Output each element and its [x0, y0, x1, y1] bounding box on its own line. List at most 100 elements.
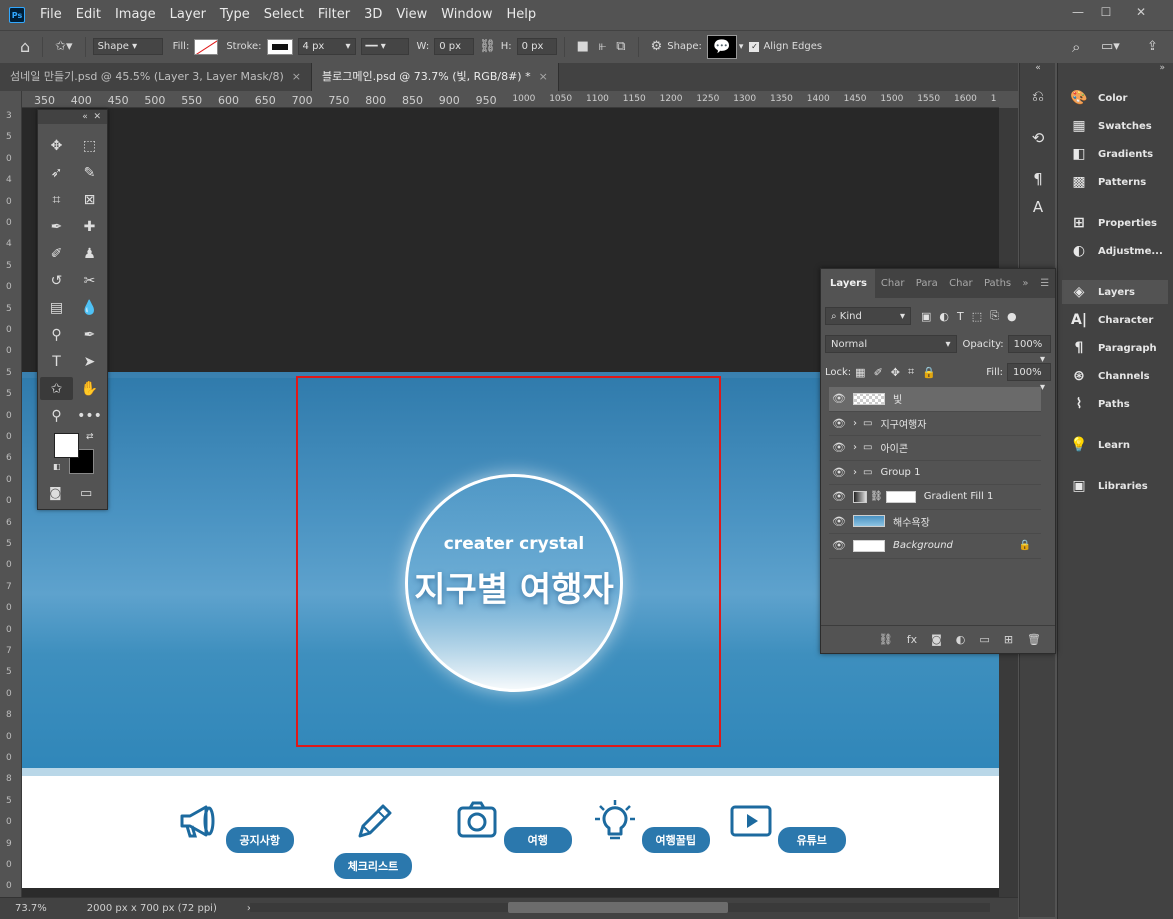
share-icon[interactable]: ⇪ — [1147, 39, 1158, 54]
healing-brush-tool-icon[interactable]: ✚ — [73, 215, 106, 238]
fill-swatch[interactable] — [194, 38, 219, 55]
dock-patterns[interactable]: ▩ Patterns — [1062, 170, 1168, 194]
pen-tool-icon[interactable]: ✒ — [73, 323, 106, 346]
maximize-icon[interactable]: ☐ — [1096, 6, 1116, 20]
lock-transparent-icon[interactable]: ▦ — [855, 366, 865, 379]
add-mask-icon[interactable]: ◙ — [931, 633, 942, 646]
tab-layers[interactable]: Layers — [821, 269, 875, 298]
history-icon[interactable]: ⎌ — [1028, 87, 1048, 107]
blur-tool-icon[interactable]: 💧 — [73, 296, 106, 319]
eye-icon[interactable]: 👁 — [832, 466, 846, 479]
eye-icon[interactable]: 👁 — [832, 441, 846, 454]
stroke-width-field[interactable]: 4 px ▾ — [297, 38, 356, 55]
menu-edit[interactable]: Edit — [69, 0, 108, 30]
layer-row-icons[interactable]: 👁 › ▭ 아이콘 — [829, 436, 1041, 461]
menu-window[interactable]: Window — [434, 0, 499, 30]
dock-layers[interactable]: ◈ Layers — [1062, 280, 1168, 304]
screen-mode-icon[interactable]: ▭ — [80, 486, 92, 501]
crop-tool-icon[interactable]: ⌗ — [40, 188, 73, 211]
filter-toggle-icon[interactable]: ● — [1007, 310, 1017, 323]
new-adjustment-icon[interactable]: ◐ — [956, 633, 966, 646]
nav-notice[interactable]: 공지사항 — [175, 798, 295, 853]
chevron-down-icon[interactable]: ▾ — [739, 42, 744, 52]
fx-icon[interactable]: fx — [907, 633, 917, 646]
dock-paragraph[interactable]: ¶ Paragraph — [1062, 336, 1168, 360]
search-icon[interactable]: ⌕ — [1072, 38, 1080, 56]
swap-colors-icon[interactable]: ⇄ — [86, 432, 94, 442]
brush-tool-icon[interactable]: ✐ — [40, 242, 73, 265]
new-group-icon[interactable]: ▭ — [979, 633, 989, 646]
filter-kind-select[interactable]: ⌕ Kind ▾ — [825, 307, 911, 325]
shape-picker[interactable]: 💬 — [706, 34, 737, 59]
quick-selection-tool-icon[interactable]: ✎ — [73, 161, 106, 184]
menu-file[interactable]: File — [33, 0, 69, 30]
chevron-right-icon[interactable]: › — [853, 467, 857, 478]
eye-icon[interactable]: 👁 — [832, 392, 846, 405]
eyedropper-tool-icon[interactable]: ✒ — [40, 215, 73, 238]
panel-overflow-icon[interactable]: » — [1016, 269, 1034, 298]
menu-filter[interactable]: Filter — [311, 0, 357, 30]
path-alignment-icon[interactable]: ⫦ — [599, 39, 606, 54]
horizontal-scroll-thumb[interactable] — [508, 902, 728, 913]
new-layer-icon[interactable]: ⊞ — [1004, 633, 1013, 646]
menu-select[interactable]: Select — [257, 0, 311, 30]
width-field[interactable]: 0 px — [434, 38, 475, 55]
link-icon[interactable]: ⛓ — [479, 39, 496, 54]
nav-travel-tips[interactable]: 여행꿀팁 — [591, 798, 711, 853]
dock-learn[interactable]: 💡 Learn — [1062, 433, 1168, 457]
eye-icon[interactable]: 👁 — [832, 515, 846, 528]
dock-swatches[interactable]: ▦ Swatches — [1062, 114, 1168, 138]
paragraph-styles-icon[interactable]: ¶ — [1028, 170, 1048, 190]
type-filter-icon[interactable]: T — [957, 310, 964, 323]
menu-layer[interactable]: Layer — [163, 0, 213, 30]
tab-thumbnail-doc[interactable]: 섬네일 만들기.psd @ 45.5% (Layer 3, Layer Mask… — [0, 63, 313, 91]
tab-paths[interactable]: Paths — [978, 269, 1016, 298]
chevron-right-icon[interactable]: › — [853, 418, 857, 429]
height-field[interactable]: 0 px — [516, 38, 557, 55]
hand-tool-icon[interactable]: ✋ — [73, 377, 106, 400]
frame-tool-icon[interactable]: ⊠ — [73, 188, 106, 211]
chevron-right-icon[interactable]: › — [853, 442, 857, 453]
eye-icon[interactable]: 👁 — [832, 417, 846, 430]
close-icon[interactable]: × — [292, 70, 301, 83]
character-styles-icon[interactable]: A — [1028, 198, 1048, 218]
collapse-dock-icon[interactable]: » — [1159, 63, 1165, 73]
foreground-color-swatch[interactable] — [54, 433, 79, 458]
dock-gradients[interactable]: ◧ Gradients — [1062, 142, 1168, 166]
trash-icon[interactable]: 🗑 — [1027, 633, 1041, 646]
home-icon[interactable]: ⌂ — [20, 37, 30, 56]
layer-row-light[interactable]: 👁 빛 — [829, 387, 1041, 412]
default-colors-icon[interactable]: ◧ — [53, 462, 61, 471]
tab-blog-main-doc[interactable]: 블로그메인.psd @ 73.7% (빛, RGB/8#) * × — [312, 63, 559, 91]
dodge-tool-icon[interactable]: ⚲ — [40, 323, 73, 346]
dock-libraries[interactable]: ▣ Libraries — [1062, 474, 1168, 498]
layer-row-earth-traveler[interactable]: 👁 › ▭ 지구여행자 — [829, 411, 1041, 436]
close-icon[interactable]: ✕ — [1131, 6, 1151, 20]
gradient-tool-icon[interactable]: ▤ — [40, 296, 73, 319]
custom-shape-tool-icon[interactable]: ✩ — [40, 377, 73, 400]
actions-icon[interactable]: ⟲ — [1028, 129, 1048, 149]
menu-3d[interactable]: 3D — [357, 0, 389, 30]
more-tools-icon[interactable]: ••• — [73, 404, 106, 427]
zoom-level[interactable]: 73.7% — [15, 903, 47, 914]
workspace-icon[interactable]: ▭▾ — [1101, 39, 1120, 54]
close-icon[interactable]: × — [539, 70, 548, 83]
path-operations-icon[interactable]: ■ — [577, 39, 589, 54]
panel-grip[interactable] — [38, 124, 107, 134]
tab-character[interactable]: Char — [875, 269, 910, 298]
align-edges-checkbox[interactable]: ✓ — [749, 41, 760, 52]
dock-character[interactable]: A| Character — [1062, 308, 1168, 332]
layer-row-group-1[interactable]: 👁 › ▭ Group 1 — [829, 460, 1041, 485]
dock-paths[interactable]: ⌇ Paths — [1062, 392, 1168, 416]
link-layers-icon[interactable]: ⛓ — [879, 633, 893, 646]
layer-row-background[interactable]: 👁 Background 🔒 — [829, 534, 1041, 559]
layer-row-beach[interactable]: 👁 해수욕장 — [829, 509, 1041, 534]
stroke-swatch[interactable] — [266, 38, 293, 55]
expand-panels-icon[interactable]: « — [1020, 63, 1056, 73]
eraser-tool-icon[interactable]: ✂ — [73, 269, 106, 292]
nav-checklist[interactable]: 체크리스트 — [313, 798, 433, 879]
menu-view[interactable]: View — [389, 0, 434, 30]
zoom-tool-icon[interactable]: ⚲ — [40, 404, 73, 427]
nav-travel[interactable]: 여행 — [453, 798, 573, 853]
link-icon[interactable]: ⛓ — [870, 491, 883, 502]
